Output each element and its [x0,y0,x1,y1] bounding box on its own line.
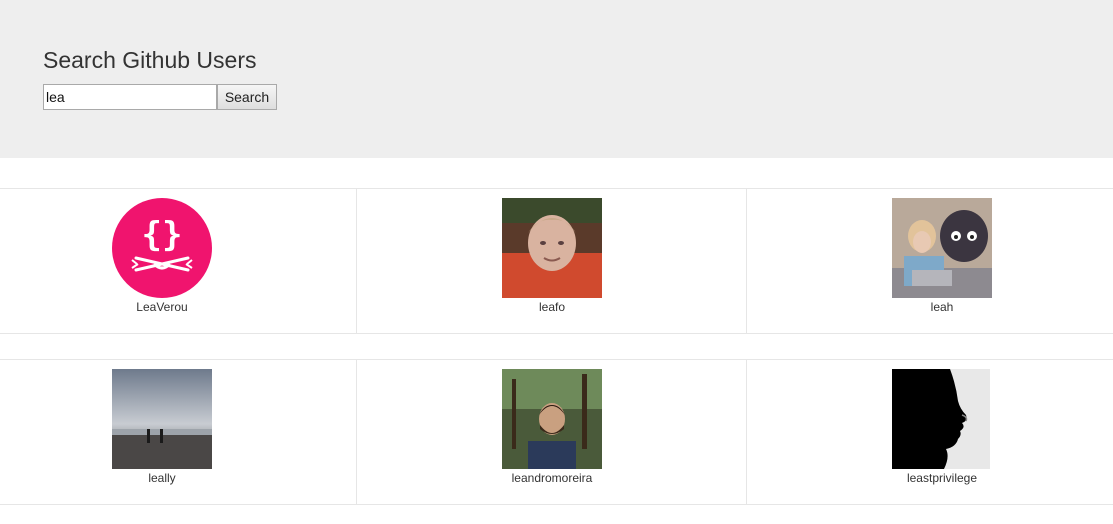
girl-octocat-photo-icon [892,198,992,298]
user-card[interactable]: {} LeaVerou [0,189,357,333]
search-button[interactable]: Search [217,84,277,110]
user-card[interactable]: leafo [357,189,747,333]
username[interactable]: LeaVerou [112,300,212,314]
avatar[interactable]: {} [112,198,212,298]
user-card[interactable]: leastprivilege [747,360,1113,504]
username[interactable]: leandromoreira [502,471,602,485]
avatar[interactable] [502,369,602,469]
man-forest-photo-icon [502,369,602,469]
avatar[interactable] [892,369,992,469]
boy-photo-icon [502,198,602,298]
page-title: Search Github Users [43,47,257,73]
avatar[interactable] [892,198,992,298]
search-input[interactable] [43,84,217,110]
page-header: Search Github Users Search [0,0,1113,158]
user-card[interactable]: leally [0,360,357,504]
results-row: {} LeaVerou leafo leah [0,188,1113,334]
avatar[interactable] [112,369,212,469]
results-row: leally leandromoreira leastprivilege [0,359,1113,505]
user-card[interactable]: leah [747,189,1113,333]
beach-photo-icon [112,369,212,469]
username[interactable]: leafo [502,300,602,314]
profile-silhouette-photo-icon [892,369,992,469]
avatar[interactable] [502,198,602,298]
svg-text:{}: {} [142,215,183,255]
username[interactable]: leally [112,471,212,485]
curly-braces-logo-icon: {} [112,198,212,298]
user-card[interactable]: leandromoreira [357,360,747,504]
username[interactable]: leastprivilege [867,471,1017,485]
username[interactable]: leah [867,300,1017,314]
